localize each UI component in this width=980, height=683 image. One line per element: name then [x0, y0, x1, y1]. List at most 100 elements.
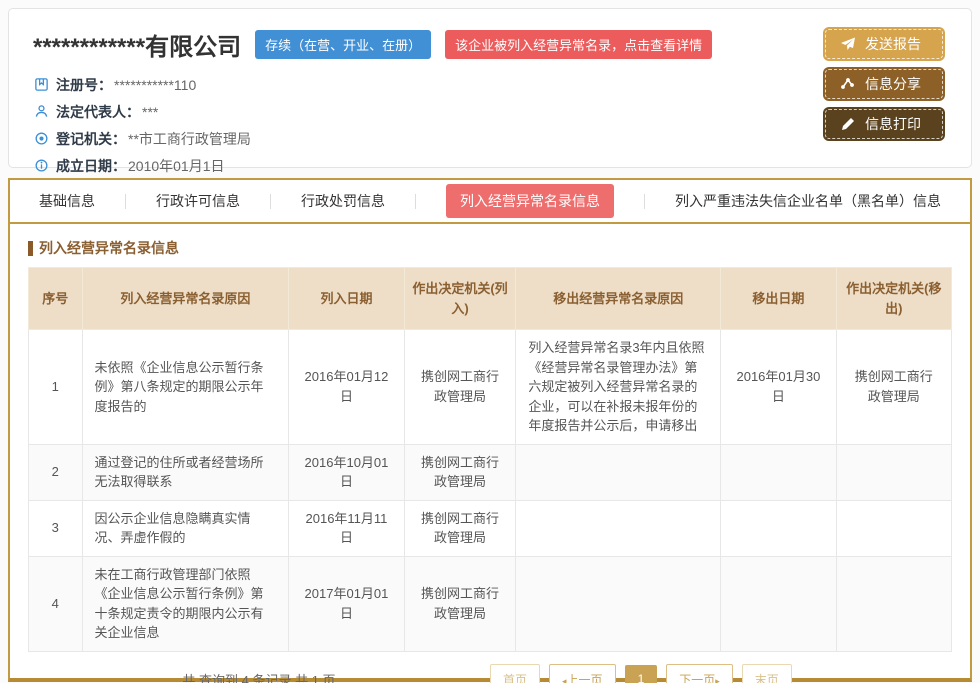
tab-admin-penalty[interactable]: 行政处罚信息 [301, 191, 385, 211]
pager-buttons: 首页 ◂上一页 1 下一页▸ 末页 [490, 664, 792, 683]
cell-list-date: 2016年11月11日 [289, 500, 404, 556]
send-icon [840, 36, 856, 52]
action-button-label: 发送报告 [865, 34, 921, 54]
info-field-reg-authority: 登记机关：**市工商行政管理局 [33, 125, 947, 152]
info-field-legal-rep: 法定代表人：*** [33, 98, 947, 125]
cell-list-authority: 携创网工商行政管理局 [404, 444, 516, 500]
cell-remove-date [721, 444, 836, 500]
table-header-row: 序号列入经营异常名录原因列入日期作出决定机关(列入)移出经营异常名录原因移出日期… [29, 268, 952, 330]
section-title: 列入经营异常名录信息 [28, 238, 952, 258]
info-label: 法定代表人： [56, 102, 140, 122]
record-count-summary: 共 查询到 4 条记录 共 1 页 [28, 670, 490, 683]
company-name: ************有限公司 [33, 27, 241, 62]
section-marker-icon [28, 241, 33, 256]
cell-index: 3 [29, 500, 83, 556]
page-1-button[interactable]: 1 [625, 665, 658, 683]
cell-remove-authority [836, 556, 951, 651]
cell-list-authority: 携创网工商行政管理局 [404, 330, 516, 445]
info-field-found-date: 成立日期：2010年01月1日 [33, 152, 947, 179]
col-header-remove-authority: 作出决定机关(移出) [836, 268, 951, 330]
cell-list-date: 2017年01月01日 [289, 556, 404, 651]
pager-button-label: 首页 [503, 673, 527, 683]
tab-divider [644, 194, 645, 209]
cell-index: 2 [29, 444, 83, 500]
pager-button-label: 1 [638, 672, 645, 683]
cell-remove-reason [516, 444, 721, 500]
info-value: *** [142, 104, 158, 120]
cell-remove-date [721, 556, 836, 651]
detail-panel: 基础信息行政许可信息行政处罚信息列入经营异常名录信息列入严重违法失信企业名单（黑… [8, 178, 972, 682]
info-value: 2010年01月1日 [128, 156, 225, 176]
cell-list-reason: 因公示企业信息隐瞒真实情况、弄虚作假的 [82, 500, 289, 556]
cell-remove-date [721, 500, 836, 556]
table-row: 4未在工商行政管理部门依照《企业信息公示暂行条例》第十条规定责令的期限内公示有关… [29, 556, 952, 651]
cell-remove-reason [516, 556, 721, 651]
col-header-list-reason: 列入经营异常名录原因 [82, 268, 289, 330]
company-info-list: 注册号：***********110法定代表人：***登记机关：**市工商行政管… [33, 71, 947, 179]
pager-button-label: 上一页 [567, 673, 603, 683]
cell-remove-authority [836, 500, 951, 556]
company-header-card: ************有限公司 存续（在营、开业、在册） 该企业被列入经营异常… [8, 8, 972, 168]
col-header-remove-date: 移出日期 [721, 268, 836, 330]
action-button-label: 信息打印 [865, 114, 921, 134]
pagination: 共 查询到 4 条记录 共 1 页 首页 ◂上一页 1 下一页▸ 末页 [28, 664, 952, 683]
cell-list-authority: 携创网工商行政管理局 [404, 500, 516, 556]
col-header-list-date: 列入日期 [289, 268, 404, 330]
abnormal-alert-badge[interactable]: 该企业被列入经营异常名录，点击查看详情 [445, 30, 712, 59]
print-info-button[interactable]: 信息打印 [825, 109, 943, 139]
cell-index: 4 [29, 556, 83, 651]
cell-remove-date: 2016年01月30日 [721, 330, 836, 445]
table-row: 2通过登记的住所或者经营场所无法取得联系2016年10月01日携创网工商行政管理… [29, 444, 952, 500]
tab-divider [125, 194, 126, 209]
info-icon [33, 158, 49, 174]
cell-list-authority: 携创网工商行政管理局 [404, 556, 516, 651]
cell-remove-authority [836, 444, 951, 500]
info-value: ***********110 [114, 77, 196, 93]
share-icon [840, 76, 856, 92]
table-row: 3因公示企业信息隐瞒真实情况、弄虚作假的2016年11月11日携创网工商行政管理… [29, 500, 952, 556]
abnormal-records-table: 序号列入经营异常名录原因列入日期作出决定机关(列入)移出经营异常名录原因移出日期… [28, 267, 952, 652]
tab-bar: 基础信息 行政许可信息 行政处罚信息 列入经营异常名录信息 列入严重违法失信企业名单（黑… [10, 180, 970, 224]
cell-list-reason: 通过登记的住所或者经营场所无法取得联系 [82, 444, 289, 500]
next-page-button[interactable]: 下一页▸ [666, 664, 733, 683]
section-title-text: 列入经营异常名录信息 [39, 238, 179, 258]
tab-admin-license[interactable]: 行政许可信息 [156, 191, 240, 211]
info-label: 注册号： [56, 75, 112, 95]
info-field-reg-number: 注册号：***********110 [33, 71, 947, 98]
tab-blacklist[interactable]: 列入严重违法失信企业名单（黑名单）信息 [675, 191, 941, 211]
prev-page-button[interactable]: ◂上一页 [549, 664, 616, 683]
page: ************有限公司 存续（在营、开业、在册） 该企业被列入经营异常… [0, 8, 980, 683]
tab-basic-info[interactable]: 基础信息 [39, 191, 95, 211]
info-value: **市工商行政管理局 [128, 129, 251, 149]
pager-button-label: 下一页 [679, 673, 715, 683]
col-header-remove-reason: 移出经营异常名录原因 [516, 268, 721, 330]
pager-button-label: 末页 [755, 673, 779, 683]
send-report-button[interactable]: 发送报告 [825, 29, 943, 59]
panel-content: 列入经营异常名录信息 序号列入经营异常名录原因列入日期作出决定机关(列入)移出经… [10, 224, 970, 683]
first-page-button[interactable]: 首页 [490, 664, 540, 683]
table-row: 1未依照《企业信息公示暂行条例》第八条规定的期限公示年度报告的2016年01月1… [29, 330, 952, 445]
cell-list-reason: 未在工商行政管理部门依照《企业信息公示暂行条例》第十条规定责令的期限内公示有关企… [82, 556, 289, 651]
tab-abnormal-list[interactable]: 列入经营异常名录信息 [446, 184, 614, 218]
info-label: 登记机关： [56, 129, 126, 149]
cell-remove-authority: 携创网工商行政管理局 [836, 330, 951, 445]
cell-remove-reason: 列入经营异常名录3年内且依照《经营异常名录管理办法》第六规定被列入经营异常名录的… [516, 330, 721, 445]
person-icon [33, 104, 49, 120]
cell-list-date: 2016年01月12日 [289, 330, 404, 445]
cell-index: 1 [29, 330, 83, 445]
certificate-icon [33, 77, 49, 93]
cell-list-reason: 未依照《企业信息公示暂行条例》第八条规定的期限公示年度报告的 [82, 330, 289, 445]
pencil-icon [840, 116, 856, 132]
col-header-index: 序号 [29, 268, 83, 330]
cell-remove-reason [516, 500, 721, 556]
table-body: 1未依照《企业信息公示暂行条例》第八条规定的期限公示年度报告的2016年01月1… [29, 330, 952, 652]
cell-list-date: 2016年10月01日 [289, 444, 404, 500]
tab-divider [415, 194, 416, 209]
info-label: 成立日期： [56, 156, 126, 176]
last-page-button[interactable]: 末页 [742, 664, 792, 683]
location-icon [33, 131, 49, 147]
tab-divider [270, 194, 271, 209]
share-info-button[interactable]: 信息分享 [825, 69, 943, 99]
status-badge: 存续（在营、开业、在册） [255, 30, 431, 59]
action-button-group: 发送报告信息分享信息打印 [825, 29, 945, 149]
